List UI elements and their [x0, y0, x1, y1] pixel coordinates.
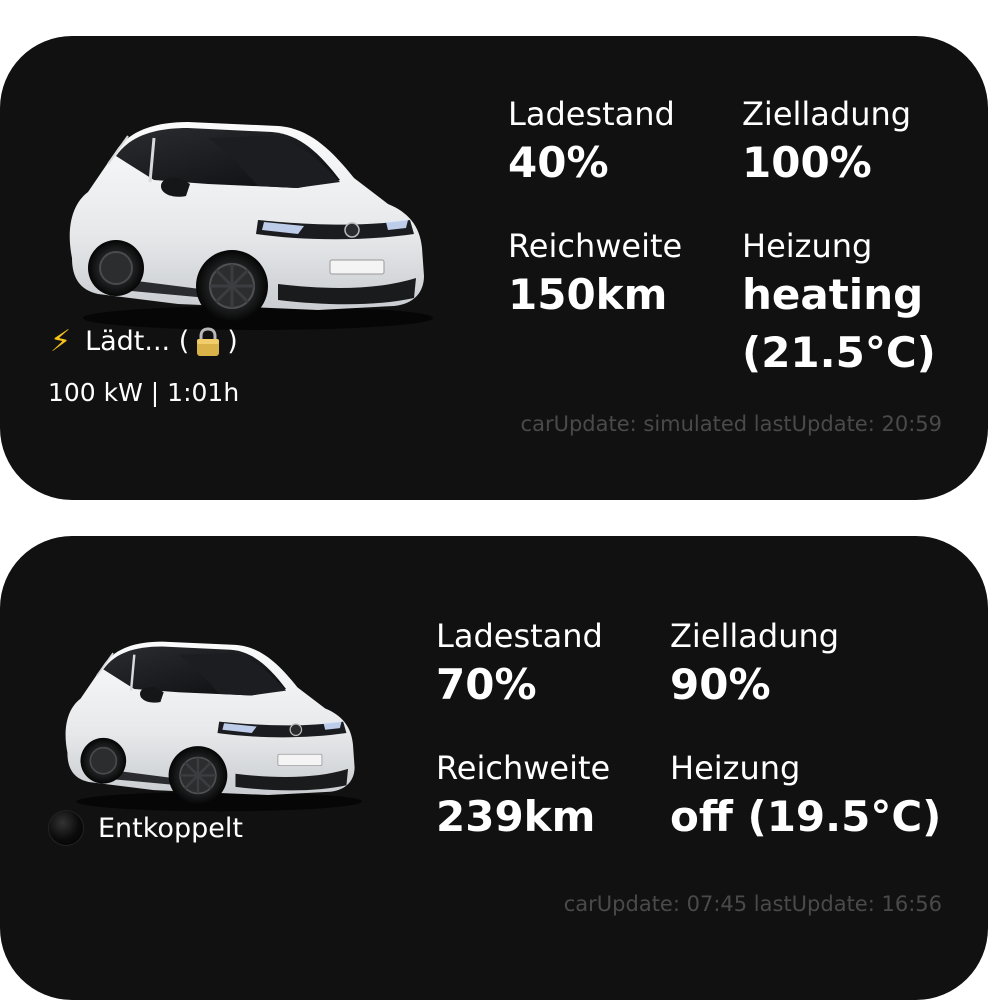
status-suffix: )	[227, 326, 238, 357]
metric-label: Reichweite	[508, 227, 683, 265]
update-footer: carUpdate: simulated lastUpdate: 20:59	[520, 412, 942, 436]
metric-value: off (19.5°C)	[670, 792, 942, 841]
metric-value: 239km	[436, 792, 596, 841]
car-widget-2[interactable]: Entkoppelt Ladestand 70% Zielladung 90% …	[0, 536, 988, 1000]
metric-zielladung: Zielladung 90%	[670, 616, 839, 714]
charging-power-time: 100 kW | 1:01h	[48, 378, 240, 407]
car-image	[58, 108, 438, 333]
update-footer: carUpdate: 07:45 lastUpdate: 16:56	[563, 892, 942, 916]
metric-value: 150km	[508, 270, 668, 319]
lightning-bolt-icon: ⚡	[50, 324, 72, 359]
padlock-icon	[189, 326, 227, 358]
metric-label: Zielladung	[742, 95, 912, 133]
status-label: Lädt... (	[85, 326, 190, 357]
charging-status: ⚡ Lädt... ( )	[50, 324, 238, 359]
metric-ladestand: Ladestand 70%	[436, 616, 603, 714]
metric-value: 90%	[670, 660, 771, 709]
metric-label: Heizung	[742, 227, 873, 265]
metric-ladestand: Ladestand 40%	[508, 94, 675, 192]
charging-status: Entkoppelt	[48, 810, 243, 846]
metric-label: Ladestand	[436, 617, 603, 655]
metric-label: Zielladung	[670, 617, 840, 655]
metric-heizung: Heizung heating (21.5°C)	[742, 226, 962, 382]
metric-heizung: Heizung off (19.5°C)	[670, 748, 941, 846]
metric-zielladung: Zielladung 100%	[742, 94, 911, 192]
metric-value: 40%	[508, 138, 609, 187]
metric-value: heating (21.5°C)	[742, 270, 936, 377]
metric-label: Heizung	[670, 749, 801, 787]
status-label: Entkoppelt	[98, 812, 243, 844]
metric-value: 70%	[436, 660, 537, 709]
car-widget-1[interactable]: ⚡ Lädt... ( ) 100 kW | 1:01h Ladestand 4…	[0, 36, 988, 500]
metric-label: Reichweite	[436, 749, 611, 787]
metric-reichweite: Reichweite 150km	[508, 226, 682, 324]
metric-value: 100%	[742, 138, 872, 187]
metric-reichweite: Reichweite 239km	[436, 748, 610, 846]
metric-label: Ladestand	[508, 95, 675, 133]
black-circle-icon	[48, 810, 84, 846]
car-image	[56, 630, 366, 814]
